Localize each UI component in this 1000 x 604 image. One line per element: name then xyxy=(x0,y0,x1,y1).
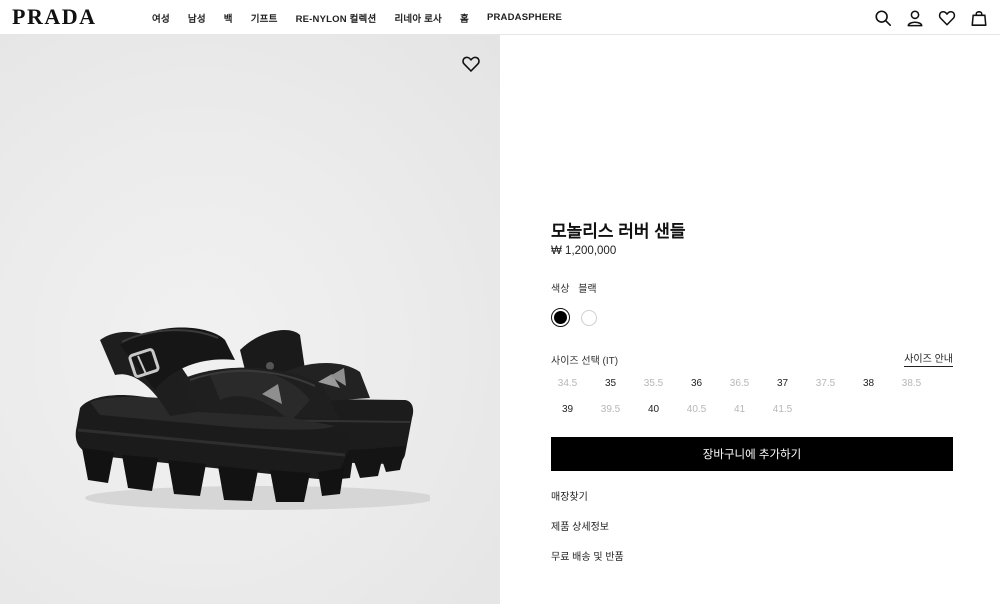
size-option[interactable]: 37.5 xyxy=(804,370,847,396)
store-locator-link[interactable]: 매장찾기 xyxy=(551,488,588,503)
size-option[interactable]: 41 xyxy=(718,396,761,422)
color-swatch-black[interactable] xyxy=(551,308,570,327)
wishlist-icon[interactable] xyxy=(937,8,956,27)
site-header: PRADA 여성 남성 백 기프트 RE-NYLON 컬렉션 리네아 로사 홈 … xyxy=(0,0,1000,35)
color-value: 블랙 xyxy=(578,284,597,295)
nav-item-linea-rossa[interactable]: 리네아 로사 xyxy=(394,11,442,25)
nav-item-pradasphere[interactable]: PRADASPHERE xyxy=(487,12,562,23)
size-option[interactable]: 39 xyxy=(546,396,589,422)
size-option[interactable]: 36.5 xyxy=(718,370,761,396)
nav-item-men[interactable]: 남성 xyxy=(188,11,206,25)
add-to-cart-button[interactable]: 장바구니에 추가하기 xyxy=(551,437,953,471)
sandal-illustration xyxy=(75,327,430,510)
swatch-dot xyxy=(554,311,567,324)
size-option[interactable]: 35.5 xyxy=(632,370,675,396)
color-label: 색상 xyxy=(551,284,570,295)
nav-item-gifts[interactable]: 기프트 xyxy=(251,11,278,25)
size-option[interactable]: 35 xyxy=(589,370,632,396)
nav-item-home[interactable]: 홈 xyxy=(460,11,469,25)
color-row: 색상 블랙 xyxy=(551,280,597,295)
header-icons xyxy=(873,8,988,27)
size-option[interactable]: 36 xyxy=(675,370,718,396)
size-option[interactable]: 34.5 xyxy=(546,370,589,396)
product-details-link[interactable]: 제품 상세정보 xyxy=(551,518,609,533)
size-option[interactable]: 38.5 xyxy=(890,370,933,396)
account-icon[interactable] xyxy=(905,8,924,27)
size-option[interactable]: 37 xyxy=(761,370,804,396)
product-price: ₩ 1,200,000 xyxy=(551,245,617,257)
size-guide-link[interactable]: 사이즈 안내 xyxy=(904,350,953,367)
add-to-wishlist-heart-icon[interactable] xyxy=(461,54,481,74)
main-nav: 여성 남성 백 기프트 RE-NYLON 컬렉션 리네아 로사 홈 PRADAS… xyxy=(152,0,580,35)
nav-item-bags[interactable]: 백 xyxy=(224,11,233,25)
color-swatch-white[interactable] xyxy=(581,310,597,326)
size-option[interactable]: 38 xyxy=(847,370,890,396)
prada-logo[interactable]: PRADA xyxy=(12,4,97,30)
shipping-returns-link[interactable]: 무료 배송 및 반품 xyxy=(551,548,624,563)
size-option[interactable]: 39.5 xyxy=(589,396,632,422)
product-title: 모놀리스 러버 샌들 xyxy=(551,222,686,241)
size-option[interactable]: 40 xyxy=(632,396,675,422)
nav-item-re-nylon[interactable]: RE-NYLON 컬렉션 xyxy=(296,11,377,25)
shopping-bag-icon[interactable] xyxy=(969,8,988,27)
size-grid: 34.5 35 35.5 36 36.5 37 37.5 38 38.5 39 … xyxy=(551,370,953,422)
size-option[interactable]: 40.5 xyxy=(675,396,718,422)
search-icon[interactable] xyxy=(873,8,892,27)
size-option[interactable]: 41.5 xyxy=(761,396,804,422)
nav-item-women[interactable]: 여성 xyxy=(152,11,170,25)
product-image[interactable] xyxy=(0,35,500,604)
size-select-label: 사이즈 선택 (IT) xyxy=(551,356,619,367)
color-swatches xyxy=(551,308,597,327)
